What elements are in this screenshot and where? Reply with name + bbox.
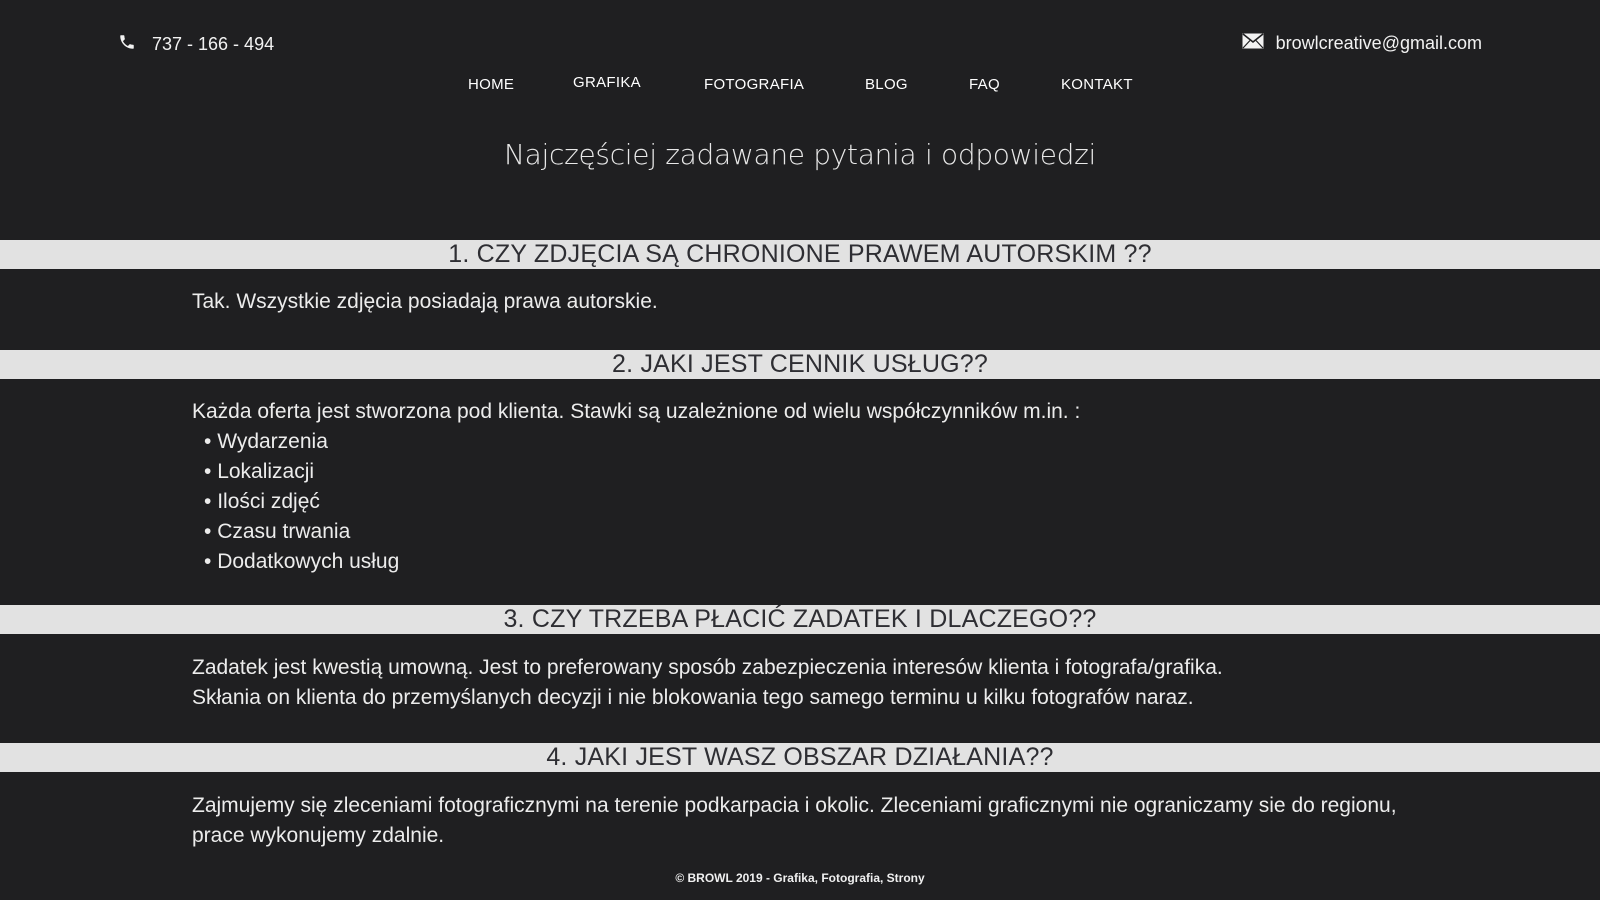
faq-question-4: 4. JAKI JEST WASZ OBSZAR DZIAŁANIA?? — [0, 743, 1600, 772]
list-item: Ilości zdjęć — [204, 487, 1442, 517]
pricing-factors-list: Wydarzenia Lokalizacji Ilości zdjęć Czas… — [192, 427, 1442, 577]
faq-answer-2: Każda oferta jest stworzona pod klienta.… — [192, 397, 1442, 577]
envelope-icon — [1242, 33, 1264, 54]
faq-question-3: 3. CZY TRZEBA PŁACIĆ ZADATEK I DLACZEGO?… — [0, 605, 1600, 634]
nav-item-faq[interactable]: FAQ — [969, 76, 1000, 93]
faq-answer-2-intro: Każda oferta jest stworzona pod klienta.… — [192, 400, 1081, 423]
email-address: browlcreative@gmail.com — [1275, 33, 1482, 53]
faq-answer-1: Tak. Wszystkie zdjęcia posiadają prawa a… — [192, 290, 658, 313]
nav-item-kontakt[interactable]: KONTAKT — [1061, 76, 1133, 93]
faq-answer-4: Zajmujemy się zleceniami fotograficznymi… — [192, 794, 1397, 847]
list-item: Czasu trwania — [204, 517, 1442, 547]
faq-answer-3-line-2: Skłania on klienta do przemyślanych decy… — [192, 686, 1194, 709]
nav-item-blog[interactable]: BLOG — [865, 76, 908, 93]
faq-answer-3: Zadatek jest kwestią umowną. Jest to pre… — [192, 653, 1442, 713]
list-item: Dodatkowych usług — [204, 547, 1442, 577]
email-contact[interactable]: browlcreative@gmail.com — [1242, 33, 1482, 54]
list-item: Lokalizacji — [204, 457, 1442, 487]
top-bar: 737 - 166 - 494 browlcreative@gmail.com — [0, 0, 1600, 70]
nav-item-grafika[interactable]: GRAFIKA — [573, 74, 641, 91]
phone-contact[interactable]: 737 - 166 - 494 — [118, 33, 274, 56]
faq-question-1: 1. CZY ZDJĘCIA SĄ CHRONIONE PRAWEM AUTOR… — [0, 240, 1600, 269]
list-item: Wydarzenia — [204, 427, 1442, 457]
phone-icon — [118, 33, 136, 56]
faq-answer-3-line-1: Zadatek jest kwestią umowną. Jest to pre… — [192, 656, 1223, 679]
nav-item-home[interactable]: HOME — [468, 76, 514, 93]
phone-number: 737 - 166 - 494 — [152, 34, 275, 54]
main-nav: HOME GRAFIKA FOTOGRAFIA BLOG FAQ KONTAKT — [0, 74, 1600, 100]
nav-item-fotografia[interactable]: FOTOGRAFIA — [704, 76, 804, 93]
footer: © BROWL 2019 - Grafika, Fotografia, Stro… — [675, 871, 925, 885]
page-title: Najczęściej zadawane pytania i odpowiedz… — [504, 138, 1096, 171]
faq-question-2: 2. JAKI JEST CENNIK USŁUG?? — [0, 350, 1600, 379]
